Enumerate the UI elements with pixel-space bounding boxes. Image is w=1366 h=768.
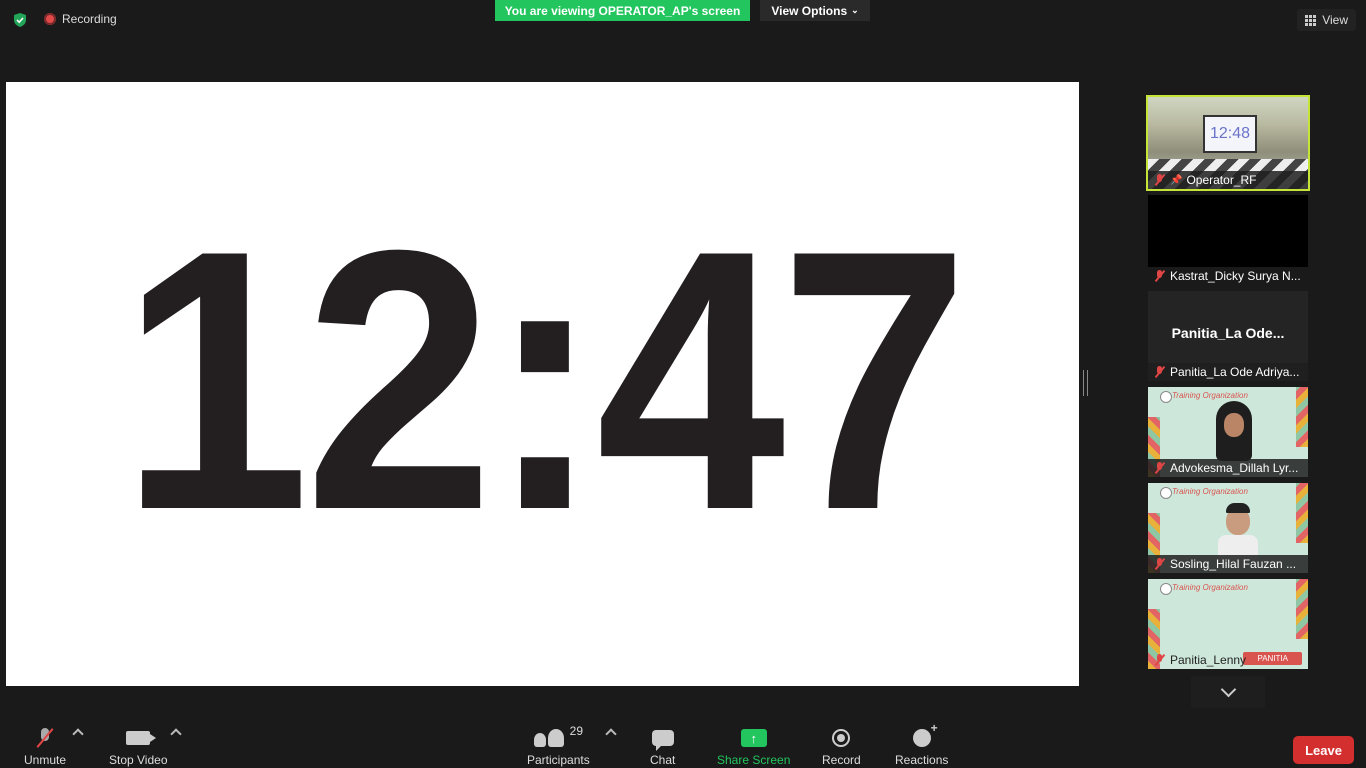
- thumbnail-clock: 12:48: [1203, 115, 1257, 153]
- record-button[interactable]: Record: [822, 728, 861, 767]
- chat-icon: [651, 730, 674, 751]
- recording-indicator[interactable]: Recording: [44, 12, 117, 26]
- mic-muted-icon: [1154, 558, 1166, 570]
- participant-name-bar: Sosling_Hilal Fauzan ...: [1148, 555, 1308, 573]
- participant-name: Panitia_Lenny: [1170, 653, 1247, 667]
- participants-icon: [533, 729, 564, 747]
- video-camera-icon: [126, 731, 157, 745]
- participant-name-bar: 📌 Operator_RF: [1148, 171, 1308, 189]
- participant-tile-kastrat[interactable]: Kastrat_Dicky Surya N...: [1148, 195, 1308, 285]
- shared-clock-display: 12:47: [120, 174, 970, 587]
- chevron-down-icon: ⌄: [851, 5, 859, 15]
- reactions-label: Reactions: [895, 753, 949, 767]
- view-button[interactable]: View: [1297, 9, 1356, 31]
- leave-button[interactable]: Leave: [1293, 736, 1354, 764]
- participant-name: Sosling_Hilal Fauzan ...: [1170, 557, 1297, 571]
- smiley-icon: [912, 721, 938, 747]
- participant-tile-operator-rf[interactable]: 12:48 📌 Operator_RF: [1146, 95, 1310, 191]
- shared-screen[interactable]: 12:47: [6, 82, 1079, 686]
- chevron-down-icon: [1220, 681, 1236, 698]
- participant-display-name: Panitia_La Ode...: [1171, 325, 1285, 341]
- pin-icon: 📌: [1170, 174, 1183, 186]
- participant-tile-advokesma[interactable]: Training Organization Advokesma_Dillah L…: [1148, 387, 1308, 477]
- scroll-participants-down-button[interactable]: [1191, 676, 1265, 708]
- recording-label: Recording: [62, 12, 117, 26]
- logo-icon: [1160, 583, 1172, 595]
- participant-name: Operator_RF: [1186, 173, 1257, 187]
- microphone-muted-icon: [38, 728, 52, 748]
- chat-button[interactable]: Chat: [650, 728, 675, 767]
- view-label: View: [1322, 13, 1348, 27]
- participant-name-bar: Panitia_Lenny: [1148, 651, 1260, 669]
- share-screen-icon: ↑: [740, 729, 767, 747]
- video-options-caret[interactable]: [170, 728, 182, 740]
- participants-label: Participants: [527, 753, 590, 767]
- participant-name-bar: Kastrat_Dicky Surya N...: [1148, 267, 1308, 285]
- participants-button[interactable]: 29 Participants: [527, 724, 590, 767]
- participant-name: Panitia_La Ode Adriya...: [1170, 365, 1300, 379]
- meeting-toolbar: Unmute Stop Video 29 Participants Chat ↑…: [0, 708, 1366, 768]
- participant-figure: [1218, 501, 1258, 561]
- stop-video-label: Stop Video: [109, 753, 168, 767]
- record-icon: [832, 729, 851, 747]
- share-screen-button[interactable]: ↑ Share Screen: [717, 728, 790, 767]
- reactions-button[interactable]: Reactions: [895, 721, 949, 767]
- background-title: Training Organization: [1172, 391, 1248, 400]
- view-options-label: View Options: [771, 3, 848, 18]
- logo-icon: [1160, 391, 1172, 403]
- mic-muted-icon: [1154, 174, 1166, 186]
- logo-icon: [1160, 487, 1172, 499]
- participant-tile-sosling[interactable]: Training Organization Sosling_Hilal Fauz…: [1148, 483, 1308, 573]
- recording-icon: [44, 13, 56, 25]
- chat-label: Chat: [650, 753, 676, 767]
- unmute-label: Unmute: [24, 753, 67, 767]
- audio-options-caret[interactable]: [72, 728, 84, 740]
- panel-resize-handle[interactable]: [1083, 370, 1088, 396]
- participants-options-caret[interactable]: [605, 728, 617, 740]
- participant-tile-panitia-la-ode[interactable]: Panitia_La Ode... Panitia_La Ode Adriya.…: [1148, 291, 1308, 381]
- security-shield-icon[interactable]: [12, 12, 28, 28]
- participant-name: Kastrat_Dicky Surya N...: [1170, 269, 1301, 283]
- mic-muted-icon: [1154, 366, 1166, 378]
- mic-muted-icon: [1154, 270, 1166, 282]
- participant-name-bar: Panitia_La Ode Adriya...: [1148, 363, 1308, 381]
- unmute-button[interactable]: Unmute: [24, 728, 66, 767]
- participants-count: 29: [569, 724, 584, 738]
- participant-figure: [1214, 401, 1254, 461]
- mic-muted-icon: [1154, 654, 1166, 666]
- grid-view-icon: [1305, 14, 1317, 26]
- record-label: Record: [822, 753, 861, 767]
- mic-muted-icon: [1154, 462, 1166, 474]
- view-options-button[interactable]: View Options ⌄: [760, 0, 870, 21]
- participant-tile-panitia-lenny[interactable]: Training Organization PANITIA Panitia_Le…: [1148, 579, 1308, 669]
- participant-name-bar: Advokesma_Dillah Lyr...: [1148, 459, 1308, 477]
- share-screen-label: Share Screen: [717, 753, 791, 767]
- participant-name: Advokesma_Dillah Lyr...: [1170, 461, 1299, 475]
- background-title: Training Organization: [1172, 487, 1248, 496]
- stop-video-button[interactable]: Stop Video: [109, 728, 168, 767]
- background-title: Training Organization: [1172, 583, 1248, 592]
- viewing-screen-banner: You are viewing OPERATOR_AP's screen: [495, 0, 750, 21]
